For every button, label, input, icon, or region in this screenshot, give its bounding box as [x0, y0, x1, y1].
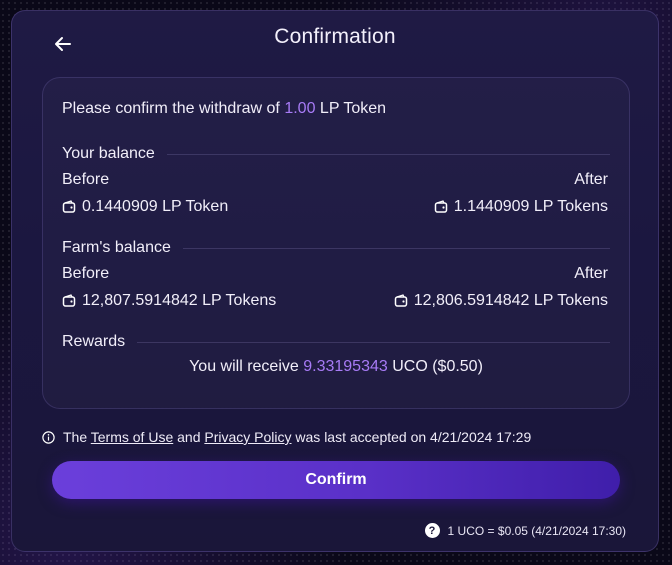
- rewards-label: Rewards: [62, 333, 126, 350]
- terms-text-1: The: [63, 429, 91, 445]
- uco-price-text: 1 UCO = $0.05 (4/21/2024 17:30): [447, 523, 626, 538]
- wallet-icon: [394, 294, 408, 308]
- farm-balance-before-value: 12,807.5914842 LP Tokens: [82, 292, 277, 309]
- confirmation-modal: Confirmation Please confirm the withdraw…: [11, 10, 659, 552]
- wallet-icon: [62, 200, 76, 214]
- your-balance-labels-row: Before After: [62, 171, 608, 189]
- confirm-button[interactable]: Confirm: [52, 461, 620, 499]
- your-balance-label: Your balance: [62, 145, 155, 162]
- rewards-amount: 9.33195343: [303, 358, 388, 375]
- your-balance-after-label: After: [574, 171, 608, 188]
- farm-balance-after-value: 12,806.5914842 LP Tokens: [413, 292, 608, 309]
- withdraw-prefix: Please confirm the withdraw of: [62, 100, 285, 117]
- farm-balance-after: 12,806.5914842 LP Tokens: [394, 292, 608, 310]
- farm-balance-label: Farm's balance: [62, 239, 171, 256]
- withdraw-summary-card: Please confirm the withdraw of 1.00 LP T…: [42, 77, 630, 409]
- farm-balance-before: 12,807.5914842 LP Tokens: [62, 292, 276, 310]
- rewards-header: Rewards: [62, 332, 610, 352]
- withdraw-amount: 1.00: [284, 100, 316, 117]
- your-balance-before-value: 0.1440909 LP Token: [82, 198, 229, 215]
- terms-of-use-link[interactable]: Terms of Use: [91, 429, 173, 445]
- your-balance-values-row: 0.1440909 LP Token 1.1440909 LP Tokens: [62, 198, 608, 216]
- help-icon[interactable]: ?: [424, 523, 440, 538]
- divider: [166, 153, 610, 155]
- wallet-icon: [434, 200, 448, 214]
- withdraw-unit: LP Token: [315, 100, 387, 117]
- farm-balance-after-label: After: [574, 265, 608, 282]
- farm-balance-labels-row: Before After: [62, 265, 608, 283]
- your-balance-after: 1.1440909 LP Tokens: [434, 198, 608, 216]
- rewards-prefix: You will receive: [189, 358, 304, 375]
- your-balance-after-value: 1.1440909 LP Tokens: [453, 198, 608, 215]
- page-title: Confirmation: [274, 25, 396, 48]
- divider: [182, 247, 610, 249]
- your-balance-before-label: Before: [62, 171, 110, 188]
- divider: [137, 341, 610, 343]
- terms-notice: The Terms of Use and Privacy Policy was …: [42, 429, 531, 445]
- withdraw-confirmation-text: Please confirm the withdraw of 1.00 LP T…: [62, 100, 386, 118]
- rewards-suffix: UCO ($0.50): [387, 358, 483, 375]
- wallet-icon: [62, 294, 76, 308]
- info-icon: [42, 430, 55, 444]
- rewards-text: You will receive 9.33195343 UCO ($0.50): [43, 358, 629, 376]
- privacy-policy-link[interactable]: Privacy Policy: [204, 429, 291, 445]
- terms-text-3: was last accepted on 4/21/2024 17:29: [291, 429, 532, 445]
- your-balance-header: Your balance: [62, 144, 610, 164]
- price-footer: ? 1 UCO = $0.05 (4/21/2024 17:30): [424, 523, 626, 538]
- terms-text-2: and: [173, 429, 205, 445]
- your-balance-before: 0.1440909 LP Token: [62, 198, 228, 216]
- farm-balance-before-label: Before: [62, 265, 110, 282]
- farm-balance-header: Farm's balance: [62, 238, 610, 258]
- farm-balance-values-row: 12,807.5914842 LP Tokens 12,806.5914842 …: [62, 292, 608, 310]
